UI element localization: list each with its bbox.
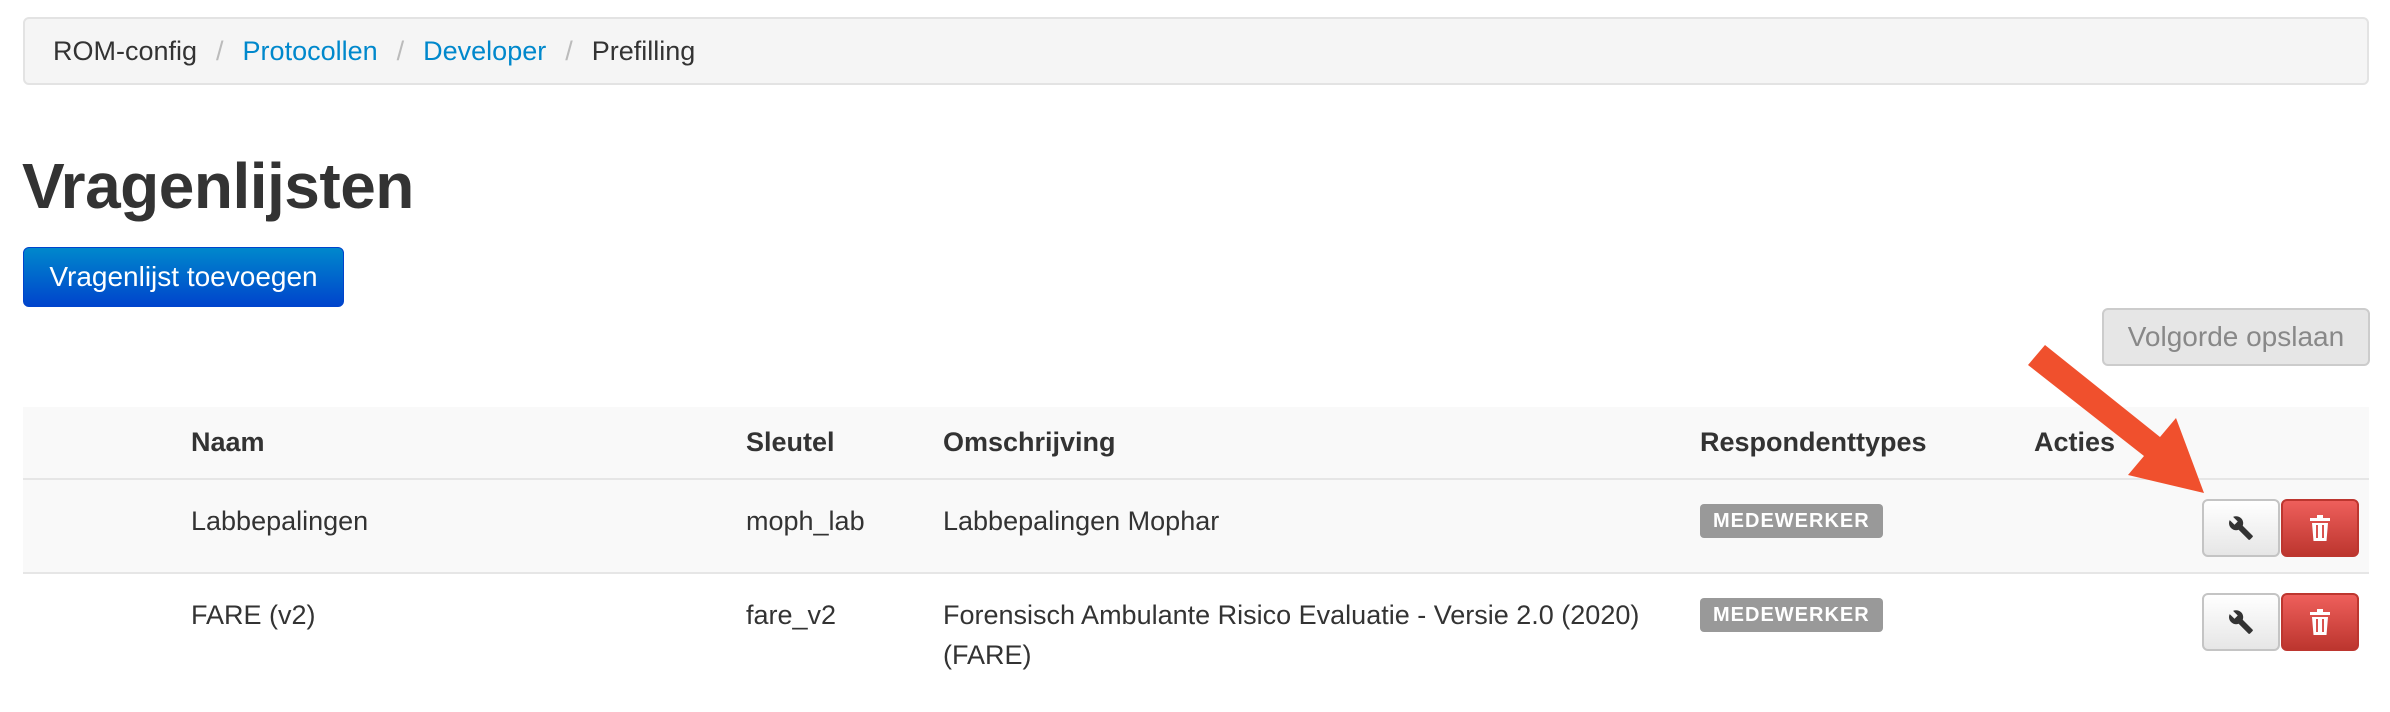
column-header-naam: Naam [191, 407, 746, 480]
breadcrumb-separator: / [396, 35, 405, 66]
breadcrumb-separator: / [565, 35, 573, 66]
cell-omschrijving: Forensisch Ambulante Risico Evaluatie - … [943, 572, 1700, 675]
edit-button[interactable] [2202, 593, 2280, 651]
breadcrumb-link-developer[interactable]: Developer [423, 36, 546, 67]
column-header-omschrijving: Omschrijving [943, 407, 1700, 480]
breadcrumb-separator: / [216, 35, 224, 66]
add-questionnaire-button[interactable]: Vragenlijst toevoegen [23, 247, 344, 307]
cell-omschrijving: Labbepalingen Mophar [943, 478, 1700, 573]
delete-button[interactable] [2281, 593, 2359, 651]
trash-icon [2310, 609, 2330, 635]
wrench-icon [2229, 516, 2253, 540]
delete-button[interactable] [2281, 499, 2359, 557]
breadcrumb: ROM-config / Protocollen / Developer / P… [23, 17, 2369, 85]
page-title: Vragenlijsten [22, 150, 414, 222]
arrow-icon [2028, 345, 2204, 493]
breadcrumb-item-rom-config: ROM-config [53, 35, 198, 66]
trash-icon [2310, 515, 2330, 541]
cell-naam: FARE (v2) [191, 572, 746, 675]
column-header-sleutel: Sleutel [746, 407, 943, 480]
cell-sleutel: fare_v2 [746, 572, 943, 675]
drag-handle-cell[interactable] [23, 478, 191, 573]
breadcrumb-item-prefilling: Prefilling [591, 35, 696, 66]
wrench-icon [2229, 610, 2253, 634]
table-row[interactable]: FARE (v2) fare_v2 Forensisch Ambulante R… [23, 572, 2369, 675]
respondenttype-badge: MEDEWERKER [1700, 504, 1883, 538]
cell-respondenttypes: MEDEWERKER [1700, 478, 2034, 573]
respondenttype-badge: MEDEWERKER [1700, 598, 1883, 632]
cell-sleutel: moph_lab [746, 478, 943, 573]
edit-button[interactable] [2202, 499, 2280, 557]
drag-column-header [23, 407, 191, 480]
cell-respondenttypes: MEDEWERKER [1700, 572, 2034, 675]
cell-actions [2034, 572, 2369, 675]
column-header-respondenttypes: Respondenttypes [1700, 407, 2034, 480]
cell-naam: Labbepalingen [191, 478, 746, 573]
drag-handle-cell[interactable] [23, 572, 191, 675]
breadcrumb-link-protocollen[interactable]: Protocollen [243, 36, 378, 67]
